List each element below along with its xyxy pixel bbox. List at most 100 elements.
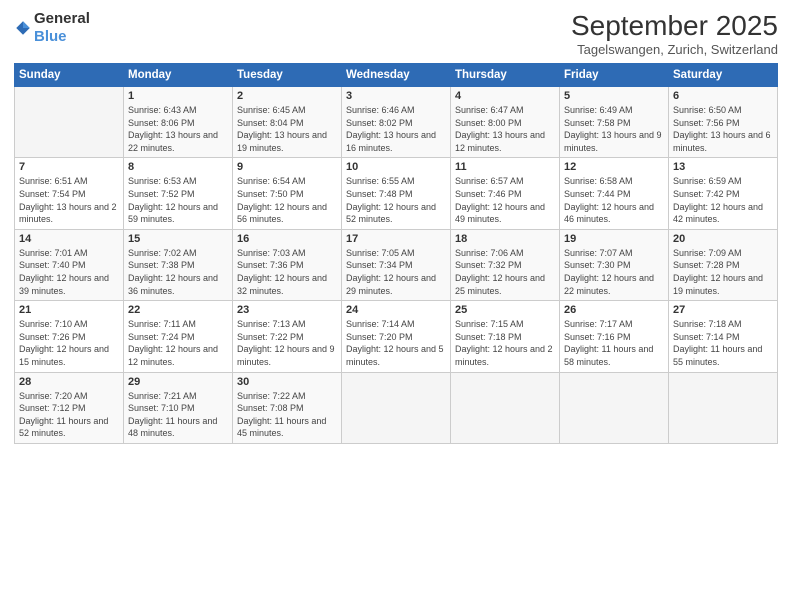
day-number: 20 <box>673 233 773 245</box>
cell-info: Sunrise: 7:21 AMSunset: 7:10 PMDaylight:… <box>128 390 228 440</box>
main-container: General Blue September 2025 Tagelswangen… <box>0 0 792 454</box>
day-number: 28 <box>19 376 119 388</box>
calendar-cell: 21 Sunrise: 7:10 AMSunset: 7:26 PMDayligh… <box>15 301 124 372</box>
cell-info: Sunrise: 6:50 AMSunset: 7:56 PMDaylight:… <box>673 104 773 154</box>
calendar-cell <box>560 372 669 443</box>
calendar-cell: 14Sunrise: 7:01 AMSunset: 7:40 PMDayligh… <box>15 229 124 300</box>
day-number: 13 <box>673 161 773 173</box>
cell-info: Sunrise: 6:55 AMSunset: 7:48 PMDaylight:… <box>346 175 446 225</box>
weekday-header-thursday: Thursday <box>451 64 560 87</box>
calendar-cell <box>342 372 451 443</box>
day-number: 19 <box>564 233 664 245</box>
calendar-cell: 3Sunrise: 6:46 AMSunset: 8:02 PMDaylight… <box>342 87 451 158</box>
cell-info: Sunrise: 7:09 AMSunset: 7:28 PMDaylight:… <box>673 247 773 297</box>
calendar-cell: 24Sunrise: 7:14 AMSunset: 7:20 PMDayligh… <box>342 301 451 372</box>
logo: General Blue <box>14 10 90 46</box>
cell-info: Sunrise: 7:05 AMSunset: 7:34 PMDaylight:… <box>346 247 446 297</box>
cell-info: Sunrise: 7:22 AMSunset: 7:08 PMDaylight:… <box>237 390 337 440</box>
cell-info: Sunrise: 7:07 AMSunset: 7:30 PMDaylight:… <box>564 247 664 297</box>
day-number: 6 <box>673 90 773 102</box>
day-number: 21 <box>19 304 119 316</box>
calendar-cell: 11Sunrise: 6:57 AMSunset: 7:46 PMDayligh… <box>451 158 560 229</box>
cell-info: Sunrise: 6:54 AMSunset: 7:50 PMDaylight:… <box>237 175 337 225</box>
calendar-cell: 1 Sunrise: 6:43 AMSunset: 8:06 PMDaylight… <box>124 87 233 158</box>
calendar-cell: 27Sunrise: 7:18 AMSunset: 7:14 PMDayligh… <box>669 301 778 372</box>
day-number: 3 <box>346 90 446 102</box>
day-number: 9 <box>237 161 337 173</box>
cell-info: Sunrise: 7:11 AMSunset: 7:24 PMDaylight:… <box>128 318 228 368</box>
cell-info: Sunrise: 6:49 AMSunset: 7:58 PMDaylight:… <box>564 104 664 154</box>
day-number: 24 <box>346 304 446 316</box>
cell-info: Sunrise: 6:47 AMSunset: 8:00 PMDaylight:… <box>455 104 555 154</box>
cell-info: Sunrise: 7:01 AMSunset: 7:40 PMDaylight:… <box>19 247 119 297</box>
weekday-header-row: SundayMondayTuesdayWednesdayThursdayFrid… <box>15 64 778 87</box>
calendar-cell: 29Sunrise: 7:21 AMSunset: 7:10 PMDayligh… <box>124 372 233 443</box>
cell-info: Sunrise: 7:18 AMSunset: 7:14 PMDaylight:… <box>673 318 773 368</box>
day-number: 17 <box>346 233 446 245</box>
week-row-5: 28 Sunrise: 7:20 AMSunset: 7:12 PMDayligh… <box>15 372 778 443</box>
cell-info: Sunrise: 7:06 AMSunset: 7:32 PMDaylight:… <box>455 247 555 297</box>
calendar-cell: 30 Sunrise: 7:22 AMSunset: 7:08 PMDayligh… <box>233 372 342 443</box>
calendar-cell: 23 Sunrise: 7:13 AMSunset: 7:22 PMDayligh… <box>233 301 342 372</box>
weekday-header-wednesday: Wednesday <box>342 64 451 87</box>
title-block: September 2025 Tagelswangen, Zurich, Swi… <box>571 10 778 57</box>
cell-info: Sunrise: 6:58 AMSunset: 7:44 PMDaylight:… <box>564 175 664 225</box>
day-number: 1 <box>128 90 228 102</box>
calendar-cell: 5 Sunrise: 6:49 AMSunset: 7:58 PMDaylight… <box>560 87 669 158</box>
calendar-cell: 26 Sunrise: 7:17 AMSunset: 7:16 PMDayligh… <box>560 301 669 372</box>
day-number: 8 <box>128 161 228 173</box>
day-number: 25 <box>455 304 555 316</box>
cell-info: Sunrise: 6:51 AMSunset: 7:54 PMDaylight:… <box>19 175 119 225</box>
calendar-cell: 17 Sunrise: 7:05 AMSunset: 7:34 PMDayligh… <box>342 229 451 300</box>
cell-info: Sunrise: 6:53 AMSunset: 7:52 PMDaylight:… <box>128 175 228 225</box>
day-number: 18 <box>455 233 555 245</box>
month-title: September 2025 <box>571 10 778 42</box>
cell-info: Sunrise: 7:10 AMSunset: 7:26 PMDaylight:… <box>19 318 119 368</box>
calendar-table: SundayMondayTuesdayWednesdayThursdayFrid… <box>14 63 778 444</box>
day-number: 22 <box>128 304 228 316</box>
day-number: 30 <box>237 376 337 388</box>
day-number: 26 <box>564 304 664 316</box>
day-number: 10 <box>346 161 446 173</box>
cell-info: Sunrise: 7:13 AMSunset: 7:22 PMDaylight:… <box>237 318 337 368</box>
cell-info: Sunrise: 6:57 AMSunset: 7:46 PMDaylight:… <box>455 175 555 225</box>
calendar-cell: 22 Sunrise: 7:11 AMSunset: 7:24 PMDayligh… <box>124 301 233 372</box>
cell-info: Sunrise: 6:43 AMSunset: 8:06 PMDaylight:… <box>128 104 228 154</box>
day-number: 12 <box>564 161 664 173</box>
logo-general: General <box>34 10 90 27</box>
week-row-2: 7Sunrise: 6:51 AMSunset: 7:54 PMDaylight… <box>15 158 778 229</box>
cell-info: Sunrise: 6:45 AMSunset: 8:04 PMDaylight:… <box>237 104 337 154</box>
calendar-cell: 28 Sunrise: 7:20 AMSunset: 7:12 PMDayligh… <box>15 372 124 443</box>
cell-info: Sunrise: 7:20 AMSunset: 7:12 PMDaylight:… <box>19 390 119 440</box>
calendar-cell <box>15 87 124 158</box>
day-number: 2 <box>237 90 337 102</box>
week-row-4: 21 Sunrise: 7:10 AMSunset: 7:26 PMDayligh… <box>15 301 778 372</box>
calendar-cell: 13Sunrise: 6:59 AMSunset: 7:42 PMDayligh… <box>669 158 778 229</box>
calendar-cell <box>451 372 560 443</box>
cell-info: Sunrise: 7:17 AMSunset: 7:16 PMDaylight:… <box>564 318 664 368</box>
cell-info: Sunrise: 7:15 AMSunset: 7:18 PMDaylight:… <box>455 318 555 368</box>
calendar-cell: 8 Sunrise: 6:53 AMSunset: 7:52 PMDaylight… <box>124 158 233 229</box>
weekday-header-sunday: Sunday <box>15 64 124 87</box>
day-number: 4 <box>455 90 555 102</box>
calendar-cell <box>669 372 778 443</box>
calendar-cell: 7Sunrise: 6:51 AMSunset: 7:54 PMDaylight… <box>15 158 124 229</box>
logo-blue: Blue <box>34 28 67 45</box>
calendar-cell: 25 Sunrise: 7:15 AMSunset: 7:18 PMDayligh… <box>451 301 560 372</box>
day-number: 15 <box>128 233 228 245</box>
cell-info: Sunrise: 7:03 AMSunset: 7:36 PMDaylight:… <box>237 247 337 297</box>
logo-text: General Blue <box>34 10 90 46</box>
day-number: 5 <box>564 90 664 102</box>
calendar-cell: 12 Sunrise: 6:58 AMSunset: 7:44 PMDayligh… <box>560 158 669 229</box>
calendar-cell: 16Sunrise: 7:03 AMSunset: 7:36 PMDayligh… <box>233 229 342 300</box>
calendar-cell: 10 Sunrise: 6:55 AMSunset: 7:48 PMDayligh… <box>342 158 451 229</box>
weekday-header-monday: Monday <box>124 64 233 87</box>
cell-info: Sunrise: 7:02 AMSunset: 7:38 PMDaylight:… <box>128 247 228 297</box>
header: General Blue September 2025 Tagelswangen… <box>14 10 778 57</box>
location: Tagelswangen, Zurich, Switzerland <box>571 42 778 57</box>
calendar-cell: 15 Sunrise: 7:02 AMSunset: 7:38 PMDayligh… <box>124 229 233 300</box>
calendar-cell: 9 Sunrise: 6:54 AMSunset: 7:50 PMDaylight… <box>233 158 342 229</box>
day-number: 23 <box>237 304 337 316</box>
weekday-header-friday: Friday <box>560 64 669 87</box>
weekday-header-saturday: Saturday <box>669 64 778 87</box>
